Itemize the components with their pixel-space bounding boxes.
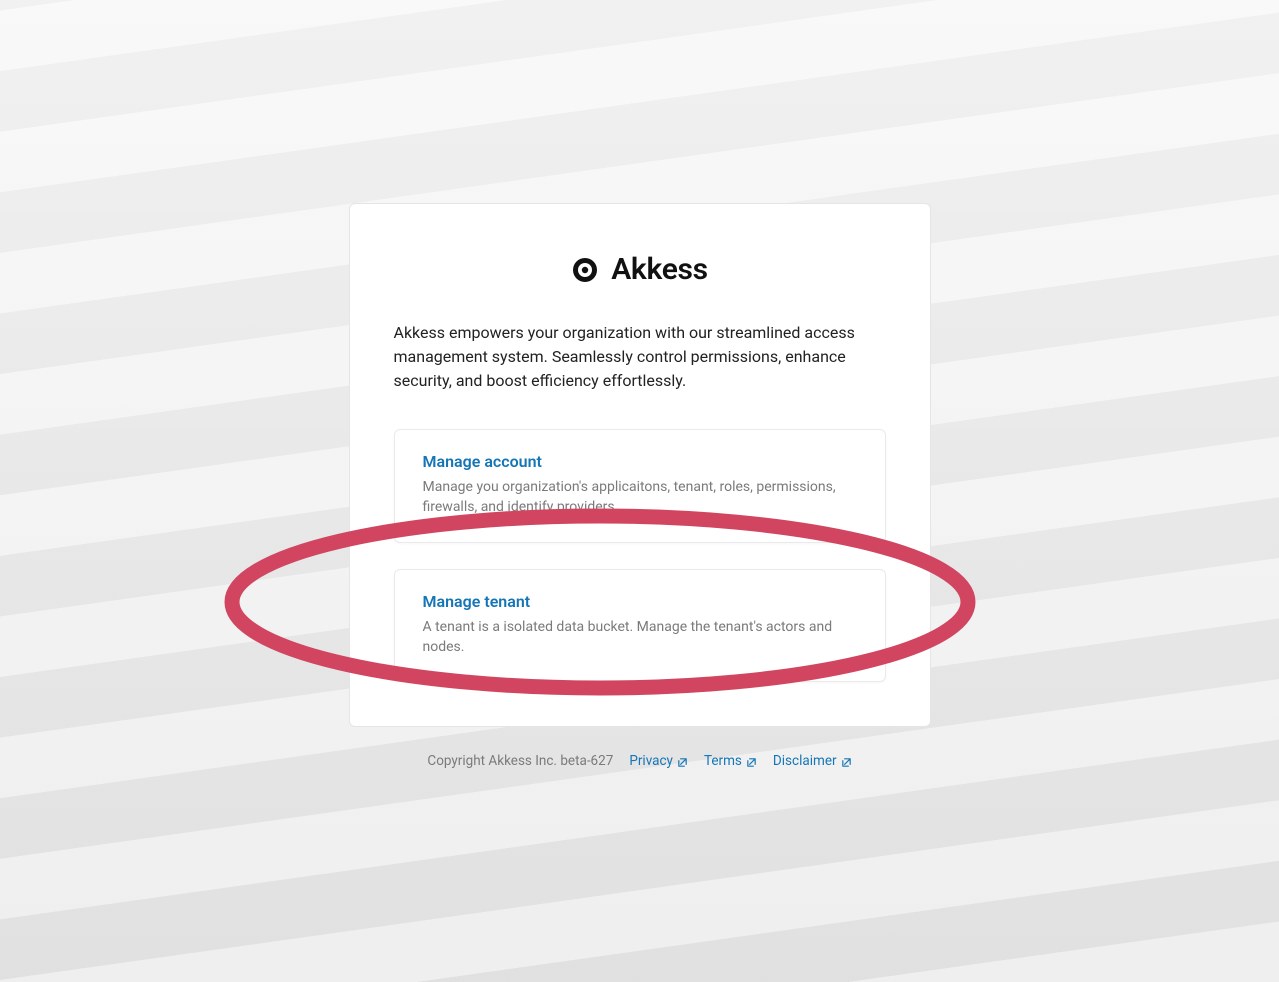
intro-text: Akkess empowers your organization with o… bbox=[394, 321, 886, 393]
main-card: Akkess Akkess empowers your organization… bbox=[349, 203, 931, 727]
link-label: Disclaimer bbox=[773, 753, 837, 769]
terms-link[interactable]: Terms bbox=[704, 753, 757, 769]
option-description: Manage you organization's applicaitons, … bbox=[423, 477, 857, 518]
privacy-link[interactable]: Privacy bbox=[629, 753, 688, 769]
external-link-icon bbox=[746, 756, 757, 767]
external-link-icon bbox=[841, 756, 852, 767]
link-label: Privacy bbox=[629, 753, 673, 769]
target-icon bbox=[571, 256, 599, 284]
option-title: Manage account bbox=[423, 452, 857, 471]
footer: Copyright Akkess Inc. beta-627 Privacy T… bbox=[427, 753, 851, 769]
option-description: A tenant is a isolated data bucket. Mana… bbox=[423, 617, 857, 658]
option-title: Manage tenant bbox=[423, 592, 857, 611]
manage-account-card[interactable]: Manage account Manage you organization's… bbox=[394, 429, 886, 543]
link-label: Terms bbox=[704, 753, 742, 769]
disclaimer-link[interactable]: Disclaimer bbox=[773, 753, 852, 769]
footer-copyright: Copyright Akkess Inc. beta-627 bbox=[427, 753, 613, 769]
manage-tenant-card[interactable]: Manage tenant A tenant is a isolated dat… bbox=[394, 569, 886, 683]
brand-header: Akkess bbox=[394, 252, 886, 287]
external-link-icon bbox=[677, 756, 688, 767]
brand-name: Akkess bbox=[611, 252, 708, 287]
page-content: Akkess Akkess empowers your organization… bbox=[0, 0, 1279, 769]
